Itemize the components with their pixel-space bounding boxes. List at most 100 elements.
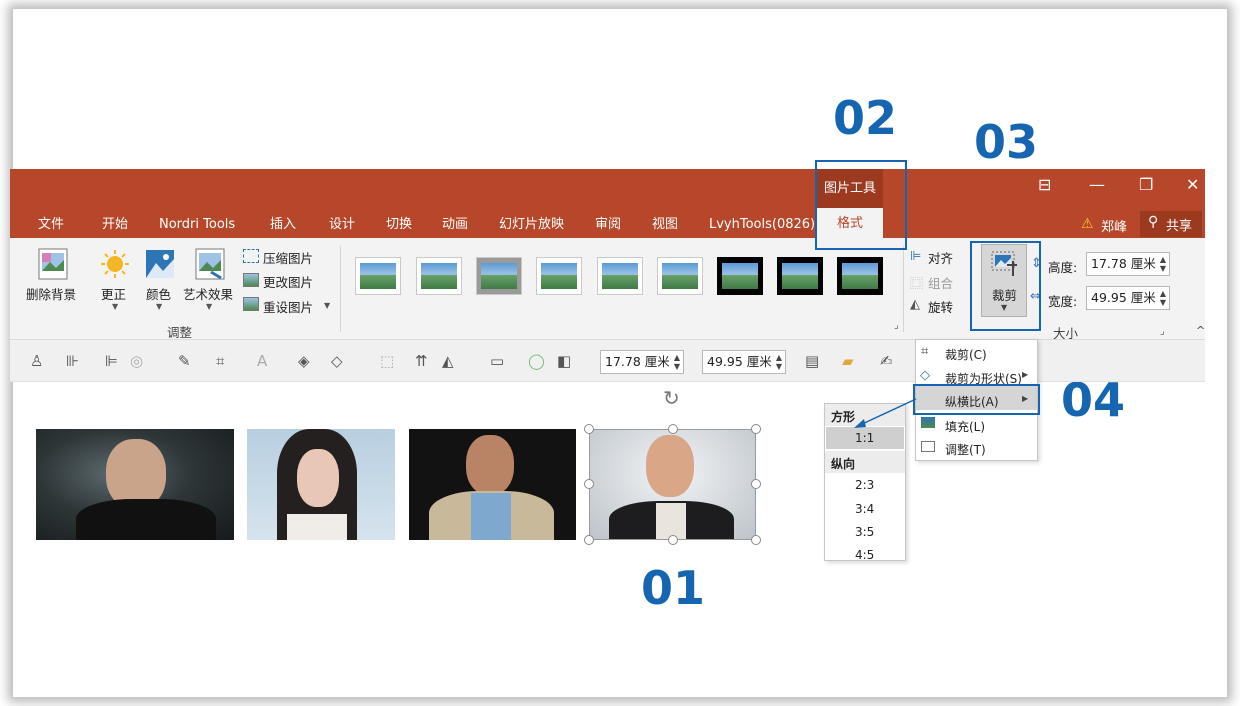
collapse-ribbon-icon[interactable]: ^ [1196, 324, 1205, 337]
menu-item-crop[interactable]: 裁剪(C) [945, 346, 987, 363]
photo-woman[interactable] [247, 429, 395, 540]
step-02-label: 02 [833, 91, 898, 145]
format-icon[interactable]: ▤ [805, 352, 819, 370]
spinner-arrows-icon[interactable]: ▲ ▼ [776, 353, 782, 371]
eyedropper-icon[interactable]: ✎ [178, 352, 191, 370]
corrections-button[interactable]: 更正 [101, 284, 126, 303]
ratio-3-5[interactable]: 3:5 [855, 525, 874, 539]
photo-man-1[interactable] [36, 429, 234, 540]
share-button[interactable]: ⚲ 共享 [1140, 211, 1202, 237]
color-dropdown-icon: ▼ [156, 302, 163, 311]
align-button[interactable]: 对齐 [928, 248, 953, 267]
compress-pictures-icon [243, 249, 259, 263]
group-separator [903, 246, 904, 332]
ratio-3-4[interactable]: 3:4 [855, 502, 874, 516]
resize-handle[interactable] [584, 424, 594, 434]
submenu-arrow-icon: ▶ [1022, 370, 1029, 379]
size-dialog-launcher-icon[interactable]: ⌟ [1160, 326, 1165, 337]
user-name[interactable]: 郑峰 [1101, 216, 1127, 235]
edit-icon[interactable]: ✍ [880, 352, 893, 370]
text-box-icon[interactable]: ▭ [490, 352, 504, 370]
group-icon: ⿴ [910, 277, 924, 292]
step-04-label: 04 [1061, 373, 1126, 427]
picture-style-1[interactable] [355, 257, 401, 295]
change-picture-button[interactable]: 更改图片 [263, 272, 313, 291]
align-left-icon[interactable]: ⊫ [105, 352, 118, 370]
portrait-header: 纵向 [831, 457, 856, 471]
group-separator [340, 246, 341, 332]
distribute-icon[interactable]: ♙ [30, 352, 43, 370]
ratio-1-1[interactable]: 1:1 [855, 431, 874, 445]
merge-shapes-icon[interactable]: ◎ [130, 352, 143, 370]
picture-style-3[interactable] [476, 257, 522, 295]
reset-picture-button[interactable]: 重设图片 [263, 297, 313, 316]
spinner-arrows-icon[interactable]: ▲ ▼ [1160, 289, 1166, 307]
styles-dialog-launcher-icon[interactable]: ⌟ [894, 320, 899, 331]
text-effects-icon[interactable]: A [257, 352, 267, 370]
flip-icon[interactable]: ◭ [442, 352, 454, 370]
resize-handle[interactable] [584, 535, 594, 545]
picture-style-7[interactable] [717, 257, 763, 295]
ratio-2-3[interactable]: 2:3 [855, 478, 874, 492]
crop-tool-icon[interactable]: ⌗ [216, 352, 224, 370]
resize-handle[interactable] [751, 424, 761, 434]
corrections-icon [101, 250, 129, 278]
qat-height-value: 17.78 厘米 [605, 354, 670, 369]
rotate-icon: ◭ [910, 297, 920, 312]
ratio-4-5[interactable]: 4:5 [855, 548, 874, 562]
adjust-group-label: 调整 [167, 325, 193, 340]
resize-handle[interactable] [668, 535, 678, 545]
photo-man-2[interactable] [409, 429, 576, 540]
width-spinner[interactable]: 49.95 厘米 ▲ ▼ [1086, 286, 1170, 310]
highlight-box-03 [970, 241, 1041, 331]
align-center-icon[interactable]: ⊪ [66, 352, 79, 370]
align-icon: ⊫ [910, 249, 922, 264]
open-folder-icon[interactable]: ▰ [842, 352, 854, 370]
menu-item-fill[interactable]: 填充(L) [945, 418, 985, 435]
rotate-button[interactable]: 旋转 [928, 297, 953, 316]
compress-pictures-button[interactable]: 压缩图片 [263, 248, 313, 267]
spinner-arrows-icon[interactable]: ▲ ▼ [1160, 255, 1166, 273]
reset-picture-dropdown-icon: ▼ [324, 301, 331, 310]
minimize-icon[interactable]: — [1089, 175, 1105, 194]
width-value: 49.95 厘米 [1091, 290, 1156, 305]
qat-height-spinner[interactable]: 17.78 厘米 ▲ ▼ [600, 350, 684, 374]
picture-style-8[interactable] [777, 257, 823, 295]
height-label: 高度: [1048, 260, 1078, 275]
resize-handle[interactable] [584, 479, 594, 489]
shape-outline-icon[interactable]: ◇ [331, 352, 343, 370]
color-button[interactable]: 颜色 [146, 284, 171, 303]
selection-icon[interactable]: ⬚ [380, 352, 394, 370]
remove-background-icon [38, 248, 68, 280]
reset-picture-icon [243, 297, 259, 311]
change-picture-icon [243, 273, 259, 287]
circle-shape-icon[interactable]: ◯ [528, 352, 545, 370]
artistic-effects-dropdown-icon: ▼ [206, 302, 213, 311]
rotate-handle-icon[interactable]: ↻ [663, 386, 680, 410]
height-spinner[interactable]: 17.78 厘米 ▲ ▼ [1086, 252, 1170, 276]
picture-style-2[interactable] [416, 257, 462, 295]
resize-handle[interactable] [751, 479, 761, 489]
color-fill-icon[interactable]: ◧ [557, 352, 571, 370]
color-icon [146, 250, 174, 278]
group-button[interactable]: 组合 [928, 273, 953, 292]
menu-item-fit[interactable]: 调整(T) [945, 441, 986, 458]
picture-style-6[interactable] [657, 257, 703, 295]
warning-icon: ⚠ [1081, 216, 1094, 232]
ribbon-display-options-icon[interactable]: ⊟ [1038, 175, 1051, 194]
bring-forward-icon[interactable]: ⇈ [415, 352, 428, 370]
artistic-effects-button[interactable]: 艺术效果 [183, 284, 233, 303]
spinner-arrows-icon[interactable]: ▲ ▼ [674, 353, 680, 371]
resize-handle[interactable] [751, 535, 761, 545]
picture-style-9[interactable] [837, 257, 883, 295]
restore-icon[interactable]: ❐ [1139, 175, 1153, 194]
picture-style-5[interactable] [597, 257, 643, 295]
qat-width-spinner[interactable]: 49.95 厘米 ▲ ▼ [702, 350, 786, 374]
fill-color-icon[interactable]: ◈ [298, 352, 310, 370]
selection-border [589, 429, 756, 540]
picture-style-4[interactable] [536, 257, 582, 295]
crop-to-shape-icon: ◇ [920, 368, 930, 383]
resize-handle[interactable] [668, 424, 678, 434]
close-icon[interactable]: ✕ [1186, 175, 1199, 194]
remove-background-button[interactable]: 删除背景 [26, 284, 76, 303]
